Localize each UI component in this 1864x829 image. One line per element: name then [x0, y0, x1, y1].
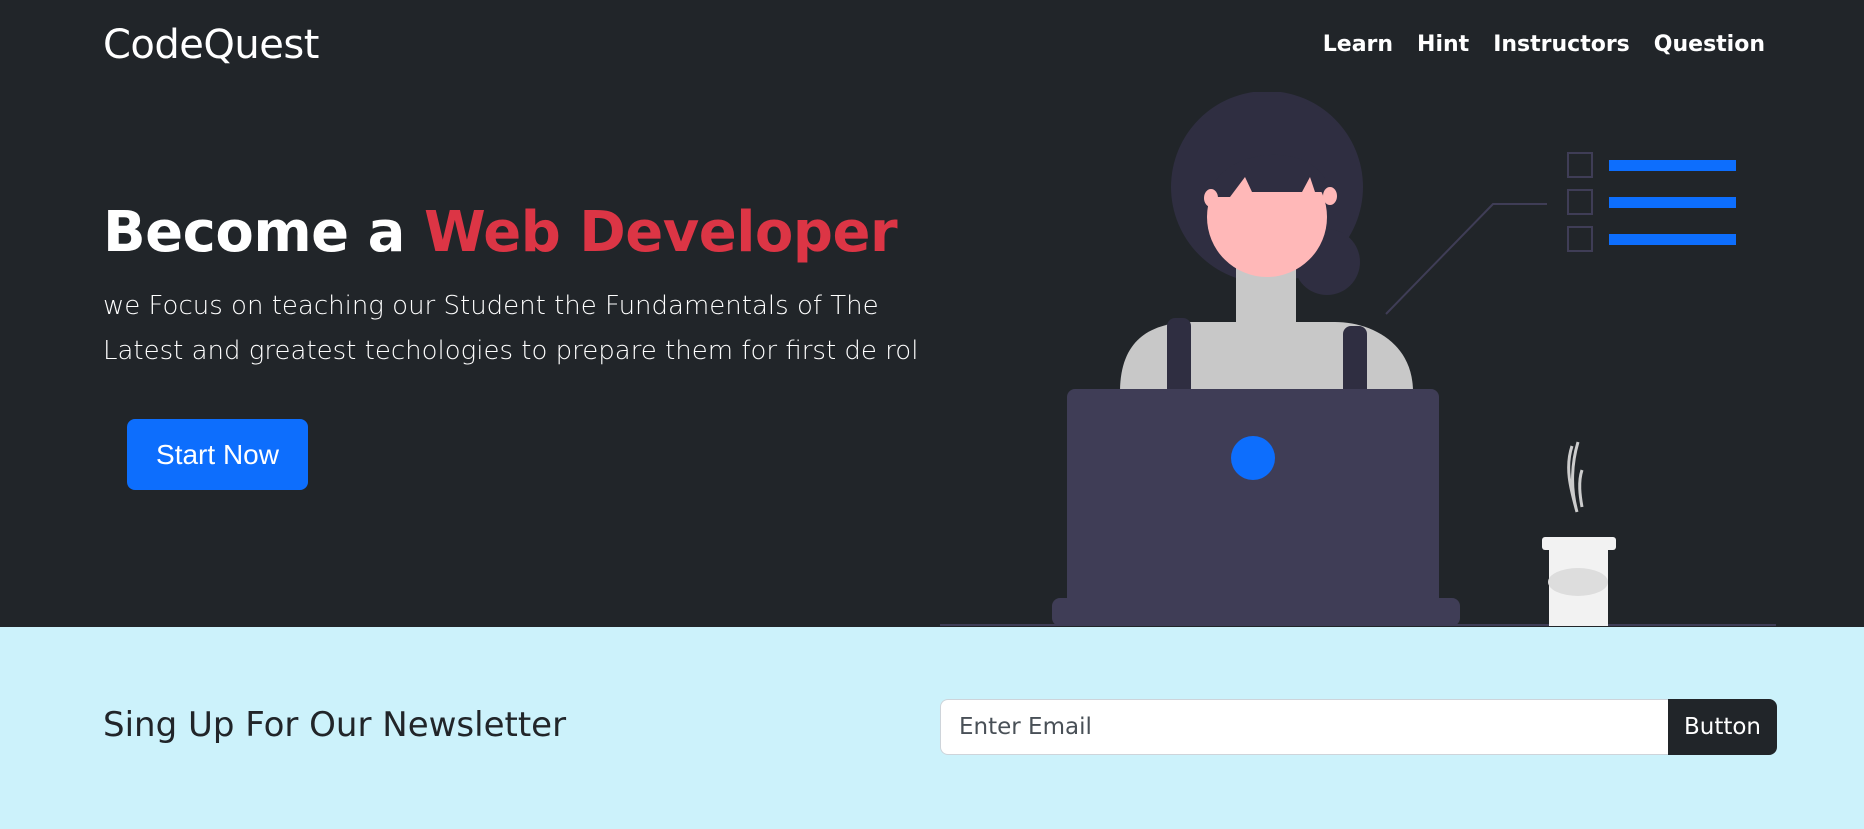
brand-logo[interactable]: CodeQuest	[103, 22, 319, 68]
newsletter-submit-button[interactable]: Button	[1668, 699, 1777, 755]
nav-question[interactable]: Question	[1654, 32, 1765, 57]
main-nav: Learn Hint Instructors Question	[1323, 32, 1765, 57]
email-input[interactable]	[940, 699, 1669, 755]
ear-left-shape	[1204, 189, 1218, 207]
hero-description: we Focus on teaching our Student the Fun…	[103, 291, 919, 366]
laptop-screen-back	[1067, 389, 1439, 609]
checkbox-1	[1567, 152, 1593, 178]
checklist-bar-2	[1609, 197, 1736, 208]
hero-section: CodeQuest Learn Hint Instructors Questio…	[0, 0, 1864, 627]
steam-wisp-2	[1578, 469, 1584, 508]
start-now-button[interactable]: Start Now	[127, 419, 308, 490]
callout-line	[1385, 203, 1547, 315]
checklist-bar-3	[1609, 234, 1736, 245]
checkbox-2	[1567, 189, 1593, 215]
developer-illustration	[940, 92, 1776, 626]
headline-prefix: Become a	[103, 200, 424, 265]
nav-instructors[interactable]: Instructors	[1493, 32, 1630, 57]
newsletter-title: Sing Up For Our Newsletter	[103, 705, 567, 745]
hero-headline: Become a Web Developer	[103, 200, 898, 265]
checkbox-3	[1567, 226, 1593, 252]
steam-wisp-1	[1567, 441, 1580, 513]
ear-right-shape	[1323, 187, 1337, 205]
laptop-logo-circle	[1231, 436, 1275, 480]
nav-hint[interactable]: Hint	[1417, 32, 1469, 57]
laptop-base	[1052, 598, 1460, 626]
headline-accent: Web Developer	[423, 200, 898, 265]
nav-learn[interactable]: Learn	[1323, 32, 1393, 57]
cup-lid	[1542, 537, 1616, 550]
cup-sleeve	[1548, 568, 1608, 596]
checklist-bar-1	[1609, 160, 1736, 171]
